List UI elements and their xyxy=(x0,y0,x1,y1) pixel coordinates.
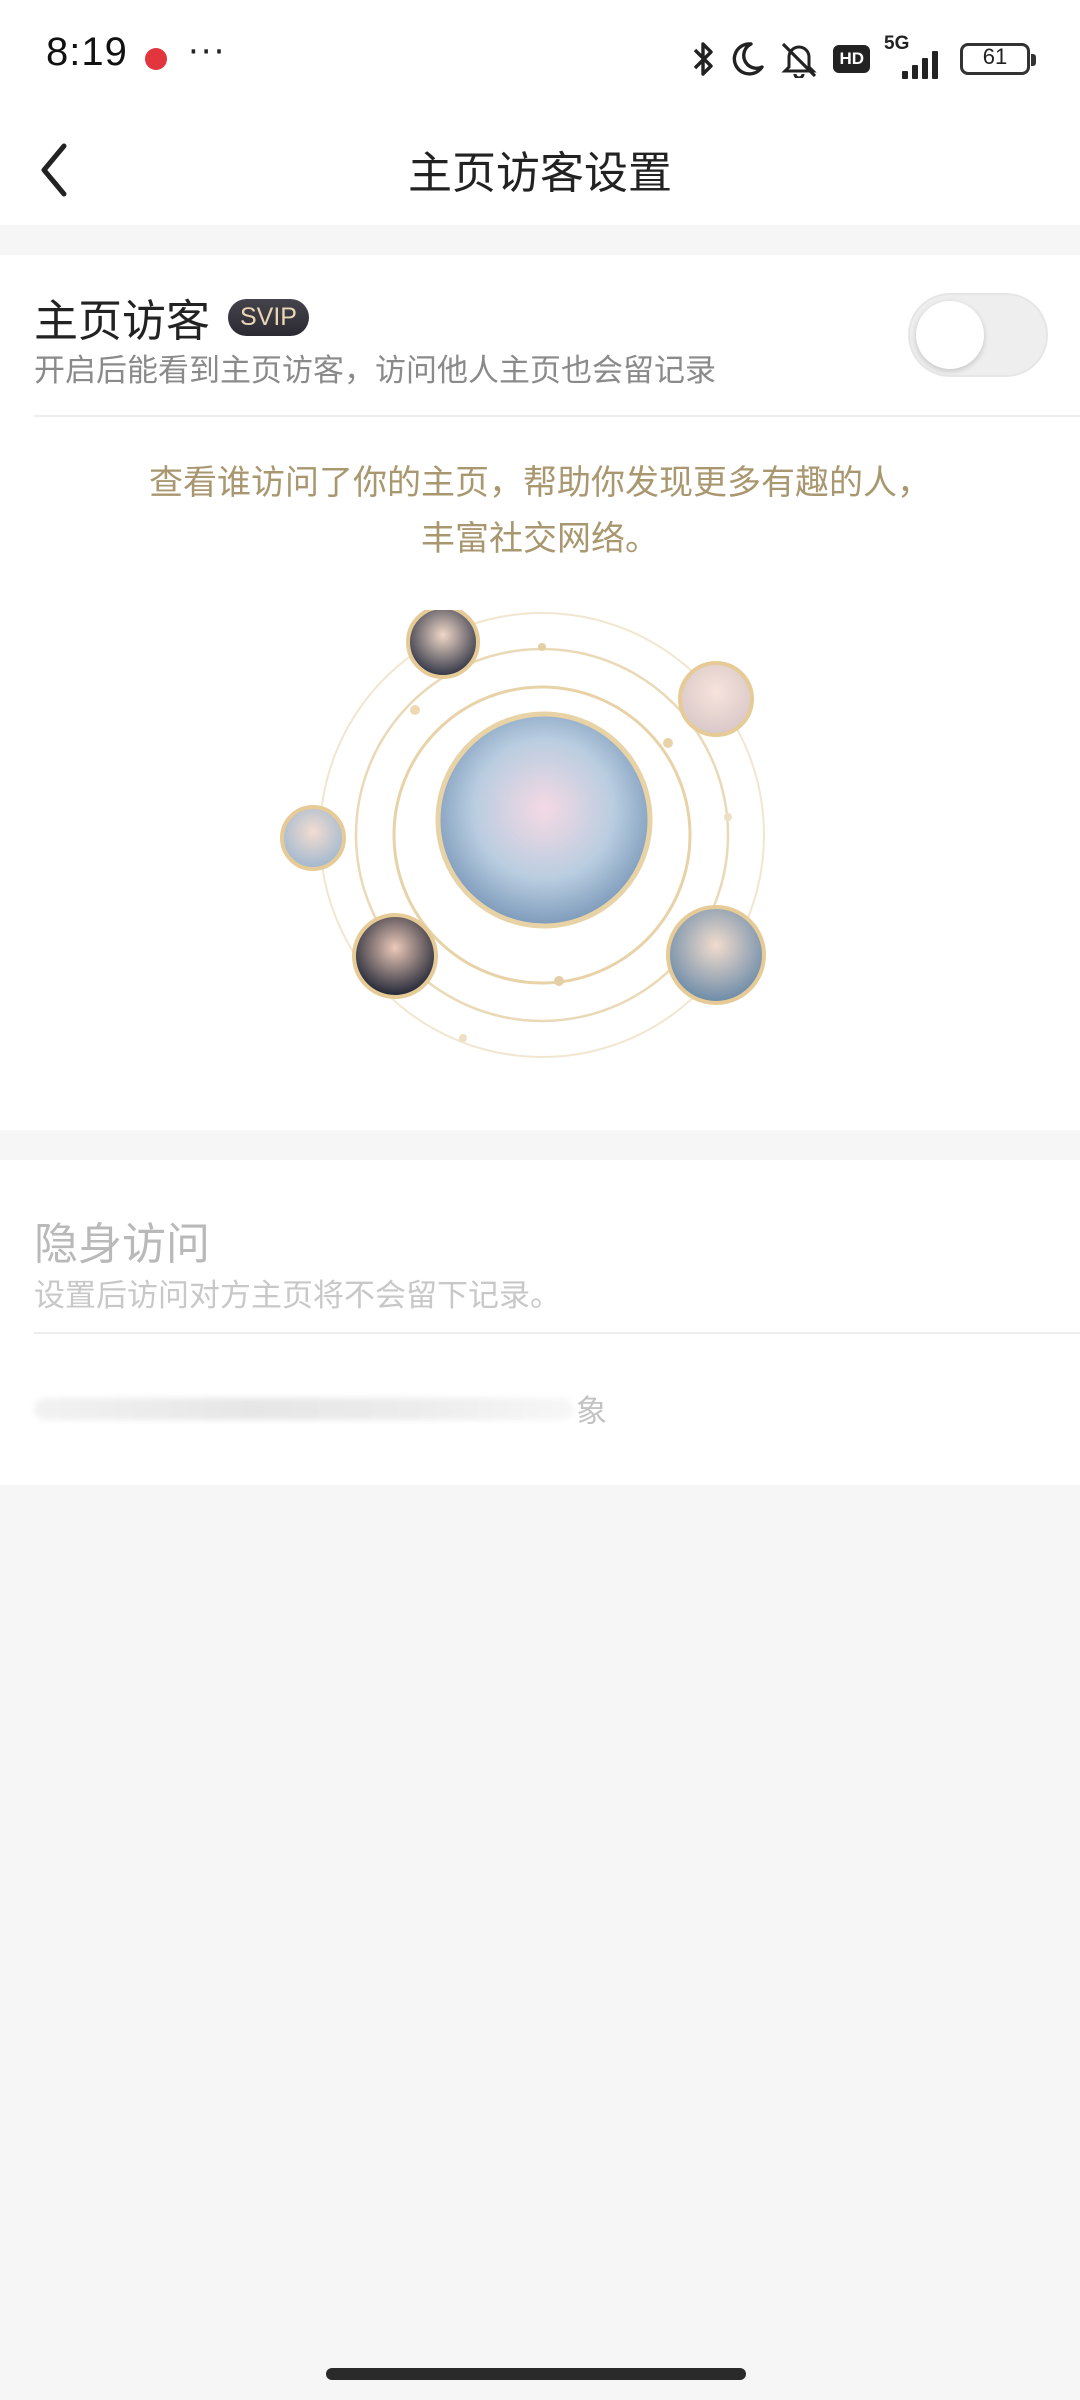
battery-icon: 61 xyxy=(960,43,1036,75)
promo-text: 查看谁访问了你的主页，帮助你发现更多有趣的人， 丰富社交网络。 xyxy=(0,455,1080,567)
visitor-toggle[interactable] xyxy=(908,293,1048,377)
navigation-bar: 主页访客设置 xyxy=(0,115,1080,225)
stealth-setting-title: 隐身访问 xyxy=(34,1219,210,1270)
status-icons: HD 5G 61 xyxy=(691,33,1036,82)
weibo-notification-icon xyxy=(145,48,167,70)
divider xyxy=(34,415,1080,417)
visitor-avatar-1 xyxy=(406,610,480,679)
hd-icon: HD xyxy=(833,45,870,73)
visitor-setting-title-row: 主页访客 SVIP xyxy=(34,285,309,349)
bluetooth-icon xyxy=(694,42,714,76)
svip-badge: SVIP xyxy=(228,298,309,336)
stealth-setting-description: 设置后访问对方主页将不会留下记录。 xyxy=(34,1278,561,1314)
visitor-setting-description: 开启后能看到主页访客，访问他人主页也会留记录 xyxy=(34,353,716,389)
status-time: 8:19 xyxy=(46,30,128,74)
visitor-avatar-4 xyxy=(352,913,438,999)
signal-icon: 5G xyxy=(884,33,946,79)
battery-level: 61 xyxy=(982,44,1008,69)
moon-icon xyxy=(733,42,765,76)
visitor-settings-card: 主页访客 SVIP 开启后能看到主页访客，访问他人主页也会留记录 查看谁访问了你… xyxy=(0,255,1080,1130)
home-indicator[interactable] xyxy=(326,2368,746,2380)
promo-line-1: 查看谁访问了你的主页，帮助你发现更多有趣的人， xyxy=(149,463,931,503)
visitor-setting-title: 主页访客 xyxy=(34,296,210,347)
visitor-avatar-5 xyxy=(666,905,766,1005)
visitor-avatar-2 xyxy=(678,661,754,737)
more-notifications-indicator: ··· xyxy=(188,32,227,72)
visitor-avatar-3 xyxy=(280,805,346,871)
status-bar: 8:19 ··· HD 5G 61 xyxy=(0,0,1080,115)
promo-line-2: 丰富社交网络。 xyxy=(421,519,659,559)
visitor-orbit-illustration xyxy=(280,610,766,1058)
divider xyxy=(34,1332,1080,1334)
blurred-text xyxy=(34,1398,574,1420)
center-avatar xyxy=(435,711,653,929)
stealth-settings-card: 隐身访问 设置后访问对方主页将不会留下记录。 象 xyxy=(0,1160,1080,1485)
blurred-row: 象 xyxy=(34,1380,607,1436)
toggle-knob xyxy=(916,301,984,369)
page-title: 主页访客设置 xyxy=(408,148,672,199)
mute-icon xyxy=(781,42,818,78)
blurred-row-end-text: 象 xyxy=(576,1394,607,1430)
